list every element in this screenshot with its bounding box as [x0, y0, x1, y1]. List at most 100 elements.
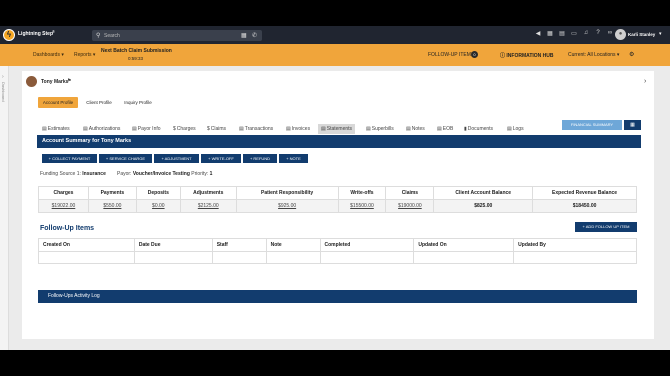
tab-inquiry-profile[interactable]: Inquiry Profile: [120, 97, 156, 108]
column-header: Patient Responsibility: [235, 186, 339, 200]
top-bar: ϟ Lightning Step ® ⚲ ▦ ✆ ◀ ▦ ▤ ▭ ♫ ? ∞ ●…: [0, 26, 670, 44]
patient-responsibility-value-link[interactable]: $925.00: [235, 199, 339, 213]
adjustments-value-link[interactable]: $2125.00: [179, 199, 237, 213]
payments-value-link[interactable]: $550.00: [87, 199, 137, 213]
tab-logs[interactable]: ▤Logs: [507, 124, 524, 134]
dollar-icon: $: [173, 126, 176, 132]
batch-submission-title: Next Batch Claim Submission: [101, 48, 172, 54]
nav-dashboards[interactable]: Dashboards ▾: [33, 52, 64, 58]
column-header[interactable]: Updated By: [513, 238, 637, 252]
funding-source-line: Funding Source 1: Insurance Payor: Vouch…: [40, 171, 213, 177]
column-header: Deposits: [135, 186, 181, 200]
column-header: Charges: [38, 186, 89, 200]
chat-icon[interactable]: ▭: [569, 30, 579, 37]
patient-name: Tony Marks: [41, 79, 69, 85]
user-avatar[interactable]: ●: [615, 29, 626, 40]
tab-superbills[interactable]: ▤Superbills: [366, 124, 394, 134]
lightning-logo-icon[interactable]: ϟ: [3, 29, 15, 41]
column-header[interactable]: Date Due: [133, 238, 213, 252]
chevron-right-icon[interactable]: ›: [2, 74, 4, 80]
column-header[interactable]: Staff: [211, 238, 267, 252]
list-icon: ▤: [406, 126, 411, 132]
brand-mark: ®: [52, 29, 55, 34]
add-follow-up-button[interactable]: + ADD FOLLOW UP ITEM: [575, 222, 637, 232]
tab-eob[interactable]: ▤EOB: [437, 124, 453, 134]
adjustment-button[interactable]: + ADJUSTMENT: [154, 154, 199, 163]
side-rail[interactable]: › Dashboard: [0, 66, 9, 350]
account-card: Tony Marks ⚑ › Account Profile Client Pr…: [22, 71, 654, 339]
nav-reports[interactable]: Reports ▾: [74, 52, 95, 58]
table-header-row: Created On Date Due Staff Note Completed…: [38, 238, 637, 252]
calendar-icon[interactable]: ▦: [545, 30, 555, 37]
tab-payor-info[interactable]: ▤Payor Info: [132, 124, 161, 134]
chevron-down-icon[interactable]: ▾: [659, 31, 662, 37]
main-nav: Dashboards ▾ Reports ▾ Next Batch Claim …: [0, 44, 670, 66]
table-row: [38, 251, 637, 264]
bell-icon[interactable]: ♫: [581, 30, 591, 37]
tab-invoices[interactable]: ▤Invoices: [286, 124, 310, 134]
refund-button[interactable]: + REFUND: [243, 154, 277, 163]
tab-documents[interactable]: ▮Documents: [464, 124, 493, 134]
chevron-right-icon[interactable]: ›: [644, 78, 646, 85]
service-charge-button[interactable]: + SERVICE CHARGE: [99, 154, 152, 163]
follow-up-items-link[interactable]: FOLLOW-UP ITEMS: [428, 52, 474, 58]
grid-icon[interactable]: ▤: [557, 30, 567, 37]
brand-name: Lightning Step: [18, 31, 53, 37]
charges-value-link[interactable]: $19022.00: [38, 199, 89, 213]
tab-statements[interactable]: ▤Statements: [318, 124, 356, 134]
column-header: Expected Revenue Balance: [532, 186, 637, 200]
user-name[interactable]: Karli Stanley: [628, 32, 655, 37]
write-offs-value-link[interactable]: $15500.00: [337, 199, 387, 213]
batch-countdown: 0:59:33: [128, 56, 144, 61]
table-header-row: Charges Payments Deposits Adjustments Pa…: [38, 186, 637, 200]
follow-ups-activity-log-bar[interactable]: Follow-Ups Activity Log: [38, 290, 637, 303]
side-rail-label: Dashboard: [1, 82, 6, 102]
app-screen: ϟ Lightning Step ® ⚲ ▦ ✆ ◀ ▦ ▤ ▭ ♫ ? ∞ ●…: [0, 26, 670, 350]
client-account-balance-value: $825.00: [433, 199, 534, 213]
note-button[interactable]: + NOTE: [279, 154, 308, 163]
column-header[interactable]: Note: [265, 238, 321, 252]
column-header: Payments: [87, 186, 137, 200]
collect-payment-button[interactable]: + COLLECT PAYMENT: [42, 154, 97, 163]
tab-authorizations[interactable]: ▤Authorizations: [83, 124, 120, 134]
grid-view-button[interactable]: ▦: [624, 120, 641, 130]
search-icon: ⚲: [96, 33, 101, 39]
document-icon: ▮: [464, 126, 467, 132]
follow-up-table: Created On Date Due Staff Note Completed…: [38, 238, 637, 264]
claims-value-link[interactable]: $19000.00: [385, 199, 435, 213]
user-settings-icon[interactable]: ⚙: [629, 51, 634, 58]
tab-estimates[interactable]: ▤Estimates: [42, 124, 70, 134]
list-icon: ▤: [83, 126, 88, 132]
tab-transactions[interactable]: ▤Transactions: [239, 124, 273, 134]
top-icon-group: ◀ ▦ ▤ ▭ ♫ ? ∞: [533, 30, 615, 37]
tab-charges[interactable]: $Charges: [173, 124, 196, 134]
account-summary-table: Charges Payments Deposits Adjustments Pa…: [38, 186, 637, 213]
link-icon[interactable]: ∞: [605, 30, 615, 37]
column-header[interactable]: Updated On: [413, 238, 515, 252]
column-header[interactable]: Created On: [38, 238, 135, 252]
search-input[interactable]: [104, 32, 224, 39]
tab-claims[interactable]: $Claims: [207, 124, 226, 134]
list-icon: ▤: [286, 126, 291, 132]
financial-summary-button[interactable]: FINANCIAL SUMMARY: [562, 120, 622, 130]
list-icon: ▤: [366, 126, 371, 132]
tab-notes[interactable]: ▤Notes: [406, 124, 425, 134]
follow-up-section-title: Follow-Up Items: [40, 225, 95, 232]
phone-icon[interactable]: ✆: [252, 32, 257, 39]
column-header: Client Account Balance: [433, 186, 534, 200]
tab-client-profile[interactable]: Client Profile: [82, 97, 116, 108]
deposits-value-link[interactable]: $0.00: [135, 199, 181, 213]
location-selector[interactable]: Current: All Locations ▾: [568, 52, 619, 58]
global-search[interactable]: ⚲ ▦ ✆: [92, 30, 262, 41]
patient-avatar: [26, 76, 37, 87]
column-header[interactable]: Completed: [319, 238, 415, 252]
column-header: Adjustments: [179, 186, 237, 200]
megaphone-icon[interactable]: ◀: [533, 30, 543, 37]
information-hub-link[interactable]: ⓘ INFORMATION HUB: [500, 52, 554, 59]
calendar-icon[interactable]: ▦: [241, 32, 247, 39]
flag-icon[interactable]: ⚑: [67, 78, 71, 84]
tab-account-profile[interactable]: Account Profile: [38, 97, 78, 108]
list-icon: ▤: [239, 126, 244, 132]
write-off-button[interactable]: + WRITE-OFF: [201, 154, 241, 163]
help-icon[interactable]: ?: [593, 30, 603, 37]
